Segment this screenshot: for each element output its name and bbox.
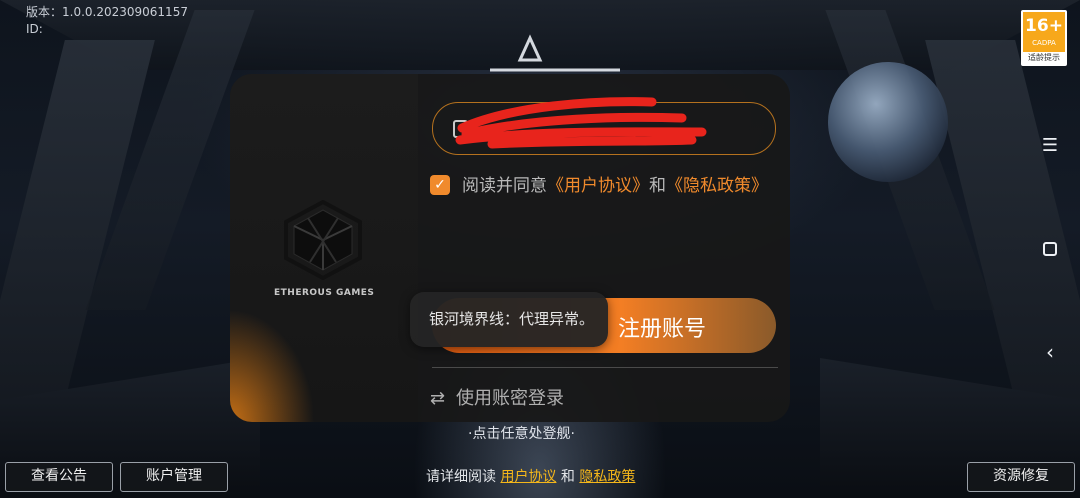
footer-agreement: 请详细阅读 用户协议 和 隐私政策 — [426, 466, 635, 486]
game-login-screen[interactable]: 版本：1.0.0.202309061157 ID: 16+ CADPA 适龄提示… — [0, 0, 1080, 498]
version-info: 版本：1.0.0.202309061157 ID: — [26, 4, 188, 38]
game-logo — [470, 30, 640, 80]
privacy-policy-link[interactable]: 《隐私政策》 — [666, 176, 768, 196]
divider — [432, 367, 778, 368]
version-label: 版本：1.0.0.202309061157 — [26, 5, 188, 19]
resource-repair-button[interactable]: 资源修复 — [967, 462, 1075, 492]
view-notice-button[interactable]: 查看公告 — [5, 462, 113, 492]
footer-privacy-policy-link[interactable]: 隐私政策 — [579, 469, 635, 485]
agreement-and: 和 — [649, 176, 666, 196]
redaction-scribble — [455, 97, 707, 149]
agreement-row: ✓ 阅读并同意《用户协议》和《隐私政策》 — [430, 173, 770, 199]
footer-prefix: 请详细阅读 — [426, 469, 496, 485]
agreement-checkbox[interactable]: ✓ — [430, 175, 450, 195]
swap-arrows-icon: ⇄ — [430, 388, 446, 409]
age-rating-org: CADPA — [1032, 39, 1056, 47]
tap-anywhere-hint: ·点击任意处登舰· — [468, 426, 575, 442]
agreement-text: 阅读并同意《用户协议》和《隐私政策》 — [462, 173, 770, 199]
square-home-icon[interactable] — [1040, 239, 1060, 259]
brand-panel: ETHEROUS GAMES — [230, 74, 418, 422]
register-label: 注册账号 — [618, 317, 707, 342]
user-agreement-link[interactable]: 《用户协议》 — [547, 176, 649, 196]
account-manage-button[interactable]: 账户管理 — [120, 462, 228, 492]
age-rating-value: 16+ — [1025, 16, 1063, 36]
agreement-prefix: 阅读并同意 — [462, 176, 547, 196]
brand-name: ETHEROUS GAMES — [274, 288, 375, 298]
planet-image — [828, 62, 948, 182]
menu-icon[interactable]: ☰ — [1040, 136, 1060, 156]
footer-and: 和 — [560, 469, 575, 485]
etherous-logo-icon — [284, 200, 362, 280]
login-card: ETHEROUS GAMES ✓ 阅读并同意《用户协议》和《隐私政策》 注册账号… — [230, 74, 790, 422]
password-login-label: 使用账密登录 — [456, 388, 564, 409]
password-login-button[interactable]: ⇄ 使用账密登录 — [430, 384, 564, 410]
age-rating-tip: 适龄提示 — [1023, 52, 1065, 64]
error-toast: 银河境界线：代理异常。 — [410, 292, 608, 347]
chevron-left-icon[interactable]: ‹ — [1040, 342, 1060, 362]
footer-user-agreement-link[interactable]: 用户协议 — [500, 469, 556, 485]
user-id-label: ID: — [26, 22, 43, 36]
age-rating-badge[interactable]: 16+ CADPA 适龄提示 — [1021, 10, 1067, 66]
